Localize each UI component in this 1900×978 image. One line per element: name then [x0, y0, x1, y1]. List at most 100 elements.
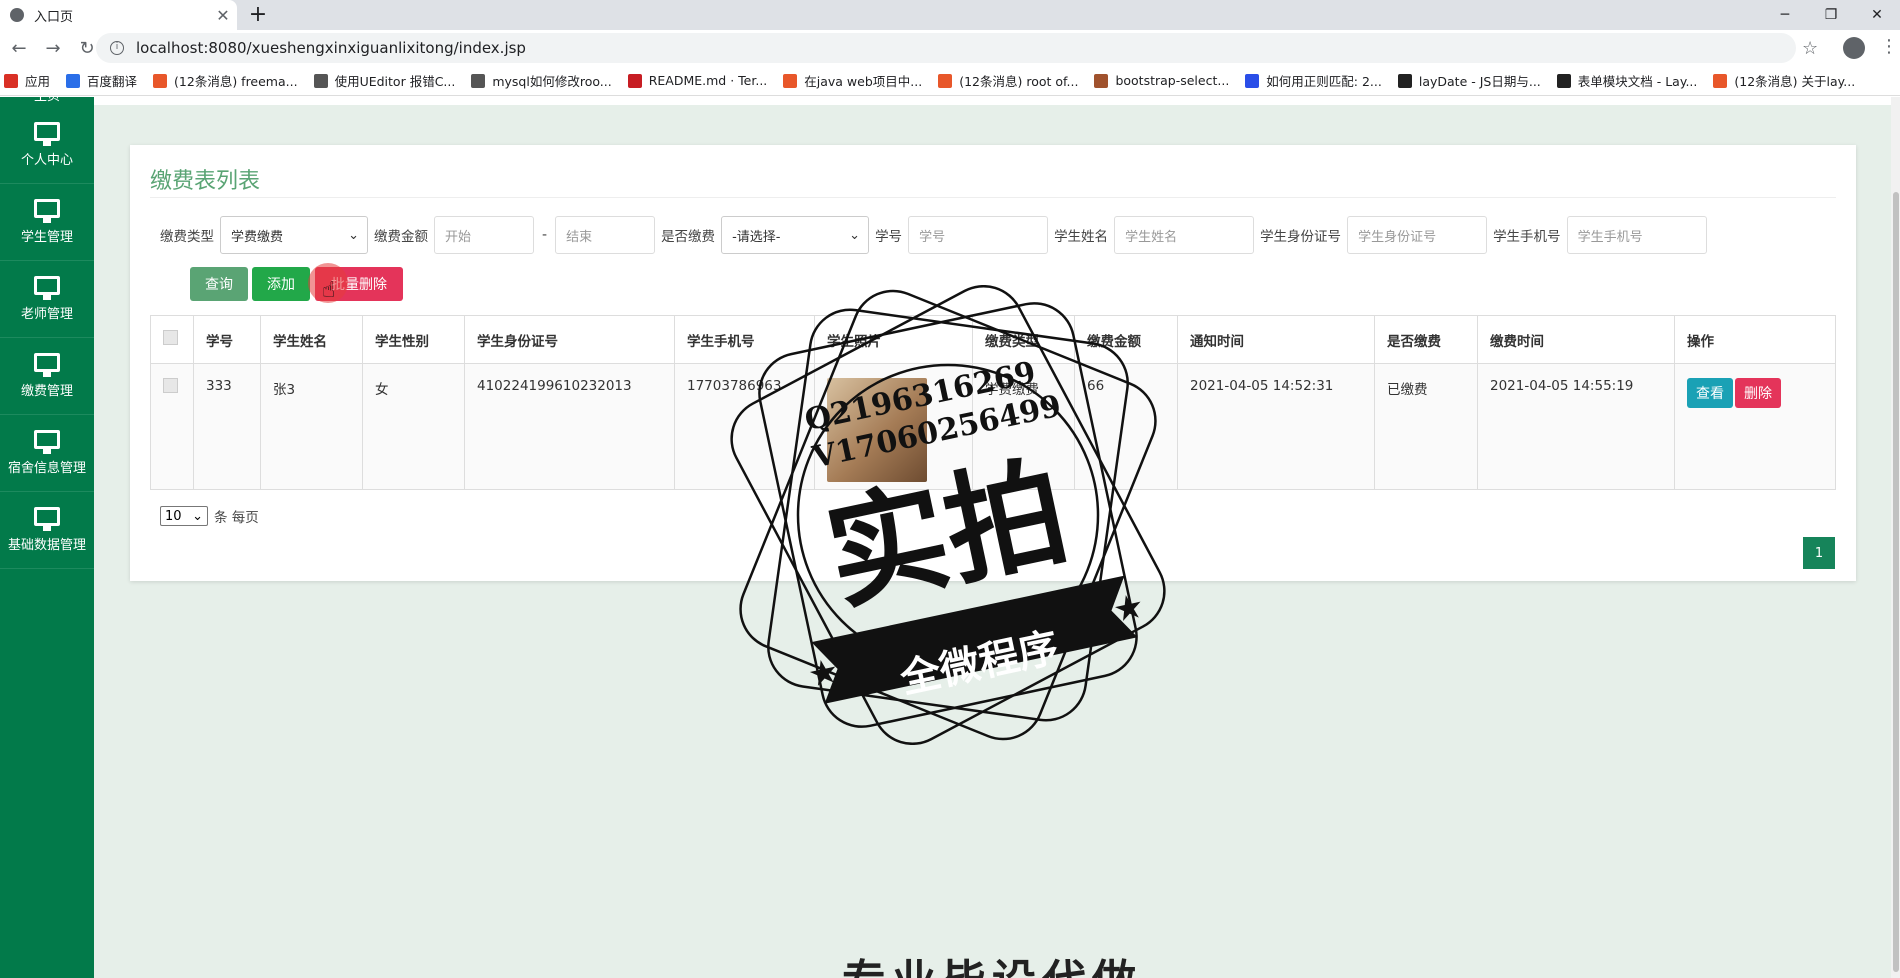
paid-select[interactable]: -请选择- ⌄ [721, 216, 870, 254]
more-menu-icon[interactable]: ⋮ [1880, 36, 1898, 57]
monitor-icon [34, 122, 60, 146]
sidebar-item[interactable]: 基础数据管理 [0, 492, 94, 569]
bookmark-item[interactable]: (12条消息) root of... [938, 71, 1078, 90]
browser-tab[interactable]: 入口页 ✕ [0, 0, 237, 30]
cell-pay-time: 2021-04-05 14:55:19 [1477, 363, 1675, 490]
phone-label: 学生手机号 [1493, 229, 1561, 245]
student-name-label: 学生姓名 [1054, 229, 1109, 245]
amount-start-input[interactable]: 开始 [434, 216, 534, 254]
bookmark-item[interactable]: 在java web项目中... [783, 71, 922, 90]
delete-button[interactable]: 删除 [1735, 378, 1781, 408]
cell-phone: 17703786963 [674, 363, 815, 490]
bookmark-favicon-icon [313, 73, 328, 88]
bottom-banner-text: 专业毕设代做 [842, 952, 1142, 978]
paid-label: 是否缴费 [661, 229, 716, 245]
monitor-icon [34, 507, 60, 531]
query-button[interactable]: 查询 [190, 267, 248, 301]
col-amount: 缴费金额 [1074, 315, 1178, 364]
info-icon[interactable]: i [110, 41, 124, 55]
col-paid: 是否缴费 [1374, 315, 1478, 364]
amount-label: 缴费金额 [374, 229, 428, 245]
col-notice-time: 通知时间 [1177, 315, 1375, 364]
fee-type-select[interactable]: 学费缴费 ⌄ [220, 216, 368, 254]
amount-dash: - [542, 227, 548, 243]
bookmark-item[interactable]: layDate - JS日期与... [1397, 71, 1541, 90]
scrollbar-thumb[interactable] [1893, 192, 1899, 972]
profile-avatar-icon[interactable] [1843, 37, 1865, 59]
bookmark-favicon-icon [627, 73, 642, 88]
bookmark-label: 如何用正则匹配: 2... [1266, 74, 1382, 89]
sidebar-item[interactable]: 个人中心 [0, 107, 94, 184]
bookmark-item[interactable]: bootstrap-select... [1094, 73, 1229, 88]
url-text[interactable]: localhost:8080/xueshengxinxiguanlixitong… [136, 39, 526, 57]
bookmark-item[interactable]: README.md · Ter... [627, 73, 767, 88]
bookmark-star-icon[interactable]: ☆ [1802, 38, 1818, 59]
sidebar-item[interactable]: 老师管理 [0, 261, 94, 338]
monitor-icon [34, 353, 60, 377]
close-window-icon[interactable]: ✕ [1854, 0, 1900, 30]
sidebar-item-label: 老师管理 [20, 307, 73, 322]
bookmarks-bar: 应用 百度翻译 (12条消息) freema... 使用UEditor 报错C... m… [0, 66, 1900, 96]
bookmark-item[interactable]: 百度翻译 [66, 71, 137, 90]
select-all-checkbox[interactable] [163, 330, 178, 345]
bookmark-item[interactable]: 使用UEditor 报错C... [313, 71, 456, 90]
bookmark-favicon-icon [783, 73, 798, 88]
page-number-button[interactable]: 1 [1803, 537, 1835, 569]
fee-type-label: 缴费类型 [160, 229, 214, 245]
bookmark-item[interactable]: 应用 [4, 71, 50, 90]
student-photo[interactable] [827, 378, 927, 482]
bookmark-label: (12条消息) freema... [174, 74, 298, 89]
bookmark-item[interactable]: (12条消息) 关于lay... [1713, 71, 1855, 90]
forward-icon[interactable]: → [38, 33, 68, 63]
col-actions: 操作 [1674, 315, 1836, 364]
back-icon[interactable]: ← [4, 33, 34, 63]
sidebar: 主页 个人中心学生管理老师管理缴费管理宿舍信息管理基础数据管理 [0, 97, 94, 978]
student-no-input[interactable]: 学号 [908, 216, 1049, 254]
main-header-strip [94, 97, 1900, 105]
view-button[interactable]: 查看 [1687, 378, 1733, 408]
cell-actions: 查看 删除 [1674, 363, 1836, 490]
col-student-no: 学号 [193, 315, 261, 364]
sidebar-item[interactable]: 缴费管理 [0, 338, 94, 415]
row-checkbox[interactable] [163, 378, 178, 393]
bookmark-favicon-icon [153, 73, 168, 88]
new-tab-button[interactable]: + [246, 2, 270, 27]
window-controls: ─ ❐ ✕ [1762, 0, 1900, 30]
phone-input[interactable]: 学生手机号 [1566, 216, 1707, 254]
bookmark-favicon-icon [1397, 73, 1412, 88]
chevron-down-icon: ⌄ [849, 227, 861, 243]
restore-icon[interactable]: ❐ [1808, 0, 1854, 30]
bookmark-label: bootstrap-select... [1115, 73, 1230, 88]
page-size-select[interactable]: 10 ⌄ [160, 506, 208, 526]
row-select-cell [150, 363, 194, 490]
add-button[interactable]: 添加 [252, 267, 310, 301]
cell-notice-time: 2021-04-05 14:52:31 [1177, 363, 1375, 490]
fee-type-value: 学费缴费 [231, 229, 284, 245]
bookmark-favicon-icon [938, 73, 953, 88]
bookmark-label: 表单模块文档 - Lay... [1577, 74, 1698, 89]
monitor-icon [34, 430, 60, 454]
col-gender: 学生性别 [362, 315, 465, 364]
minimize-icon[interactable]: ─ [1762, 0, 1808, 30]
bookmark-item[interactable]: 如何用正则匹配: 2... [1245, 71, 1382, 90]
paid-value: -请选择- [732, 229, 781, 245]
cell-paid: 已缴费 [1374, 363, 1478, 490]
sidebar-item[interactable]: 宿舍信息管理 [0, 415, 94, 492]
col-fee-type: 缴费类型 [972, 315, 1075, 364]
tab-close-icon[interactable]: ✕ [209, 6, 237, 25]
bookmark-item[interactable]: mysql如何修改roo... [471, 71, 612, 90]
bookmark-item[interactable]: 表单模块文档 - Lay... [1556, 71, 1698, 90]
cell-id-card: 410224199610232013 [464, 363, 675, 490]
bookmark-label: 使用UEditor 报错C... [334, 74, 456, 89]
cell-student-name: 张3 [260, 363, 363, 490]
cell-student-no: 333 [193, 363, 261, 490]
sidebar-item[interactable]: 学生管理 [0, 184, 94, 261]
sidebar-item-label: 学生管理 [20, 230, 73, 245]
omnibox[interactable]: i localhost:8080/xueshengxinxiguanlixito… [96, 33, 1796, 63]
app-container: 主页 个人中心学生管理老师管理缴费管理宿舍信息管理基础数据管理 缴费表列表 缴费… [0, 97, 1900, 978]
amount-end-input[interactable]: 结束 [555, 216, 656, 254]
bookmark-item[interactable]: (12条消息) freema... [153, 71, 298, 90]
student-name-input[interactable]: 学生姓名 [1114, 216, 1255, 254]
sidebar-item-home-partial[interactable]: 主页 [0, 97, 94, 107]
id-card-input[interactable]: 学生身份证号 [1347, 216, 1488, 254]
